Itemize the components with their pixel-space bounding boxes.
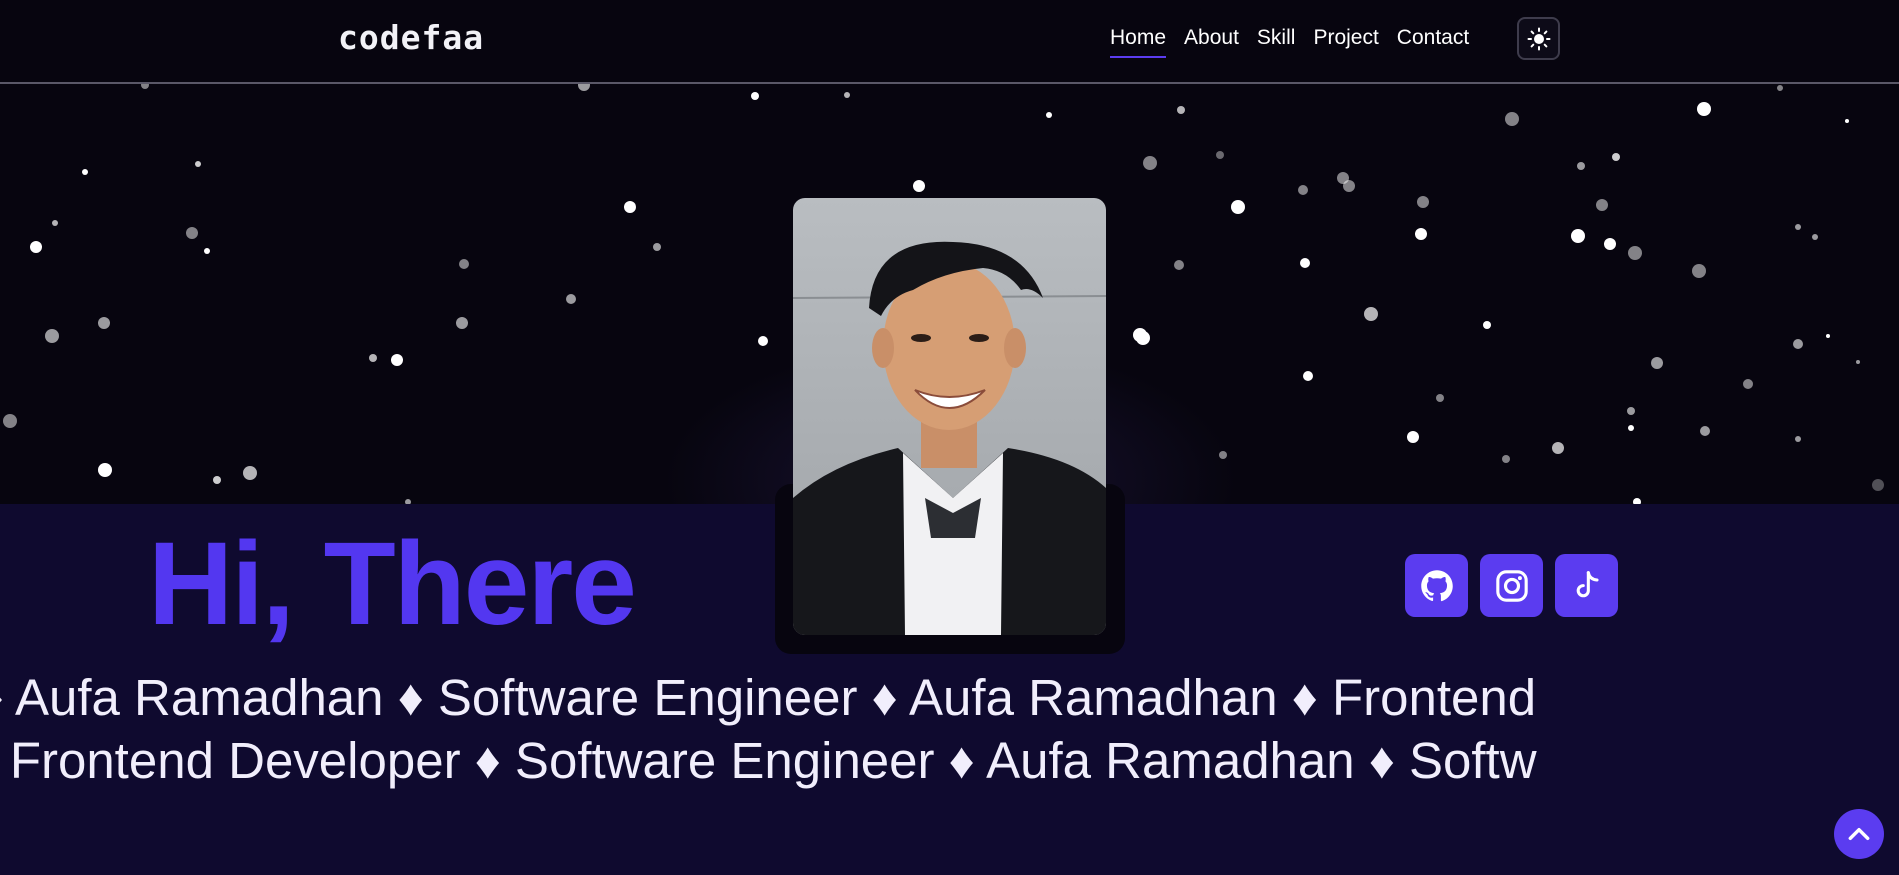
site-logo[interactable]: codefaa — [338, 18, 484, 57]
marquee-row-1: loper ♦ Aufa Ramadhan ♦ Software Enginee… — [0, 668, 1899, 730]
instagram-button[interactable] — [1480, 554, 1543, 617]
tiktok-button[interactable] — [1555, 554, 1618, 617]
nav-link-project[interactable]: Project — [1313, 26, 1378, 58]
github-button[interactable] — [1405, 554, 1468, 617]
github-icon — [1420, 569, 1453, 601]
nav-link-home[interactable]: Home — [1110, 26, 1167, 58]
instagram-icon — [1495, 569, 1528, 602]
sun-icon — [1527, 27, 1550, 50]
marquee-text-2: dhan ♦ Frontend Developer ♦ Software Eng… — [0, 732, 1537, 789]
scroll-to-top-button[interactable] — [1834, 809, 1884, 859]
tiktok-icon — [1576, 570, 1599, 597]
marquee-text-1: loper ♦ Aufa Ramadhan ♦ Software Enginee… — [0, 669, 1537, 726]
nav-menu: Home About Skill Project Contact — [1110, 26, 1469, 58]
chevron-up-icon — [1848, 827, 1870, 841]
social-links — [1405, 554, 1618, 617]
nav-link-contact[interactable]: Contact — [1397, 26, 1469, 58]
nav-link-skill[interactable]: Skill — [1257, 26, 1296, 58]
hero-greeting: Hi, There — [148, 518, 637, 650]
nav-link-about[interactable]: About — [1184, 26, 1239, 58]
navbar: codefaa Home About Skill Project Contact — [0, 0, 1899, 84]
theme-toggle-button[interactable] — [1517, 17, 1560, 60]
profile-photo — [793, 198, 1106, 635]
marquee-row-2: dhan ♦ Frontend Developer ♦ Software Eng… — [0, 731, 1899, 793]
